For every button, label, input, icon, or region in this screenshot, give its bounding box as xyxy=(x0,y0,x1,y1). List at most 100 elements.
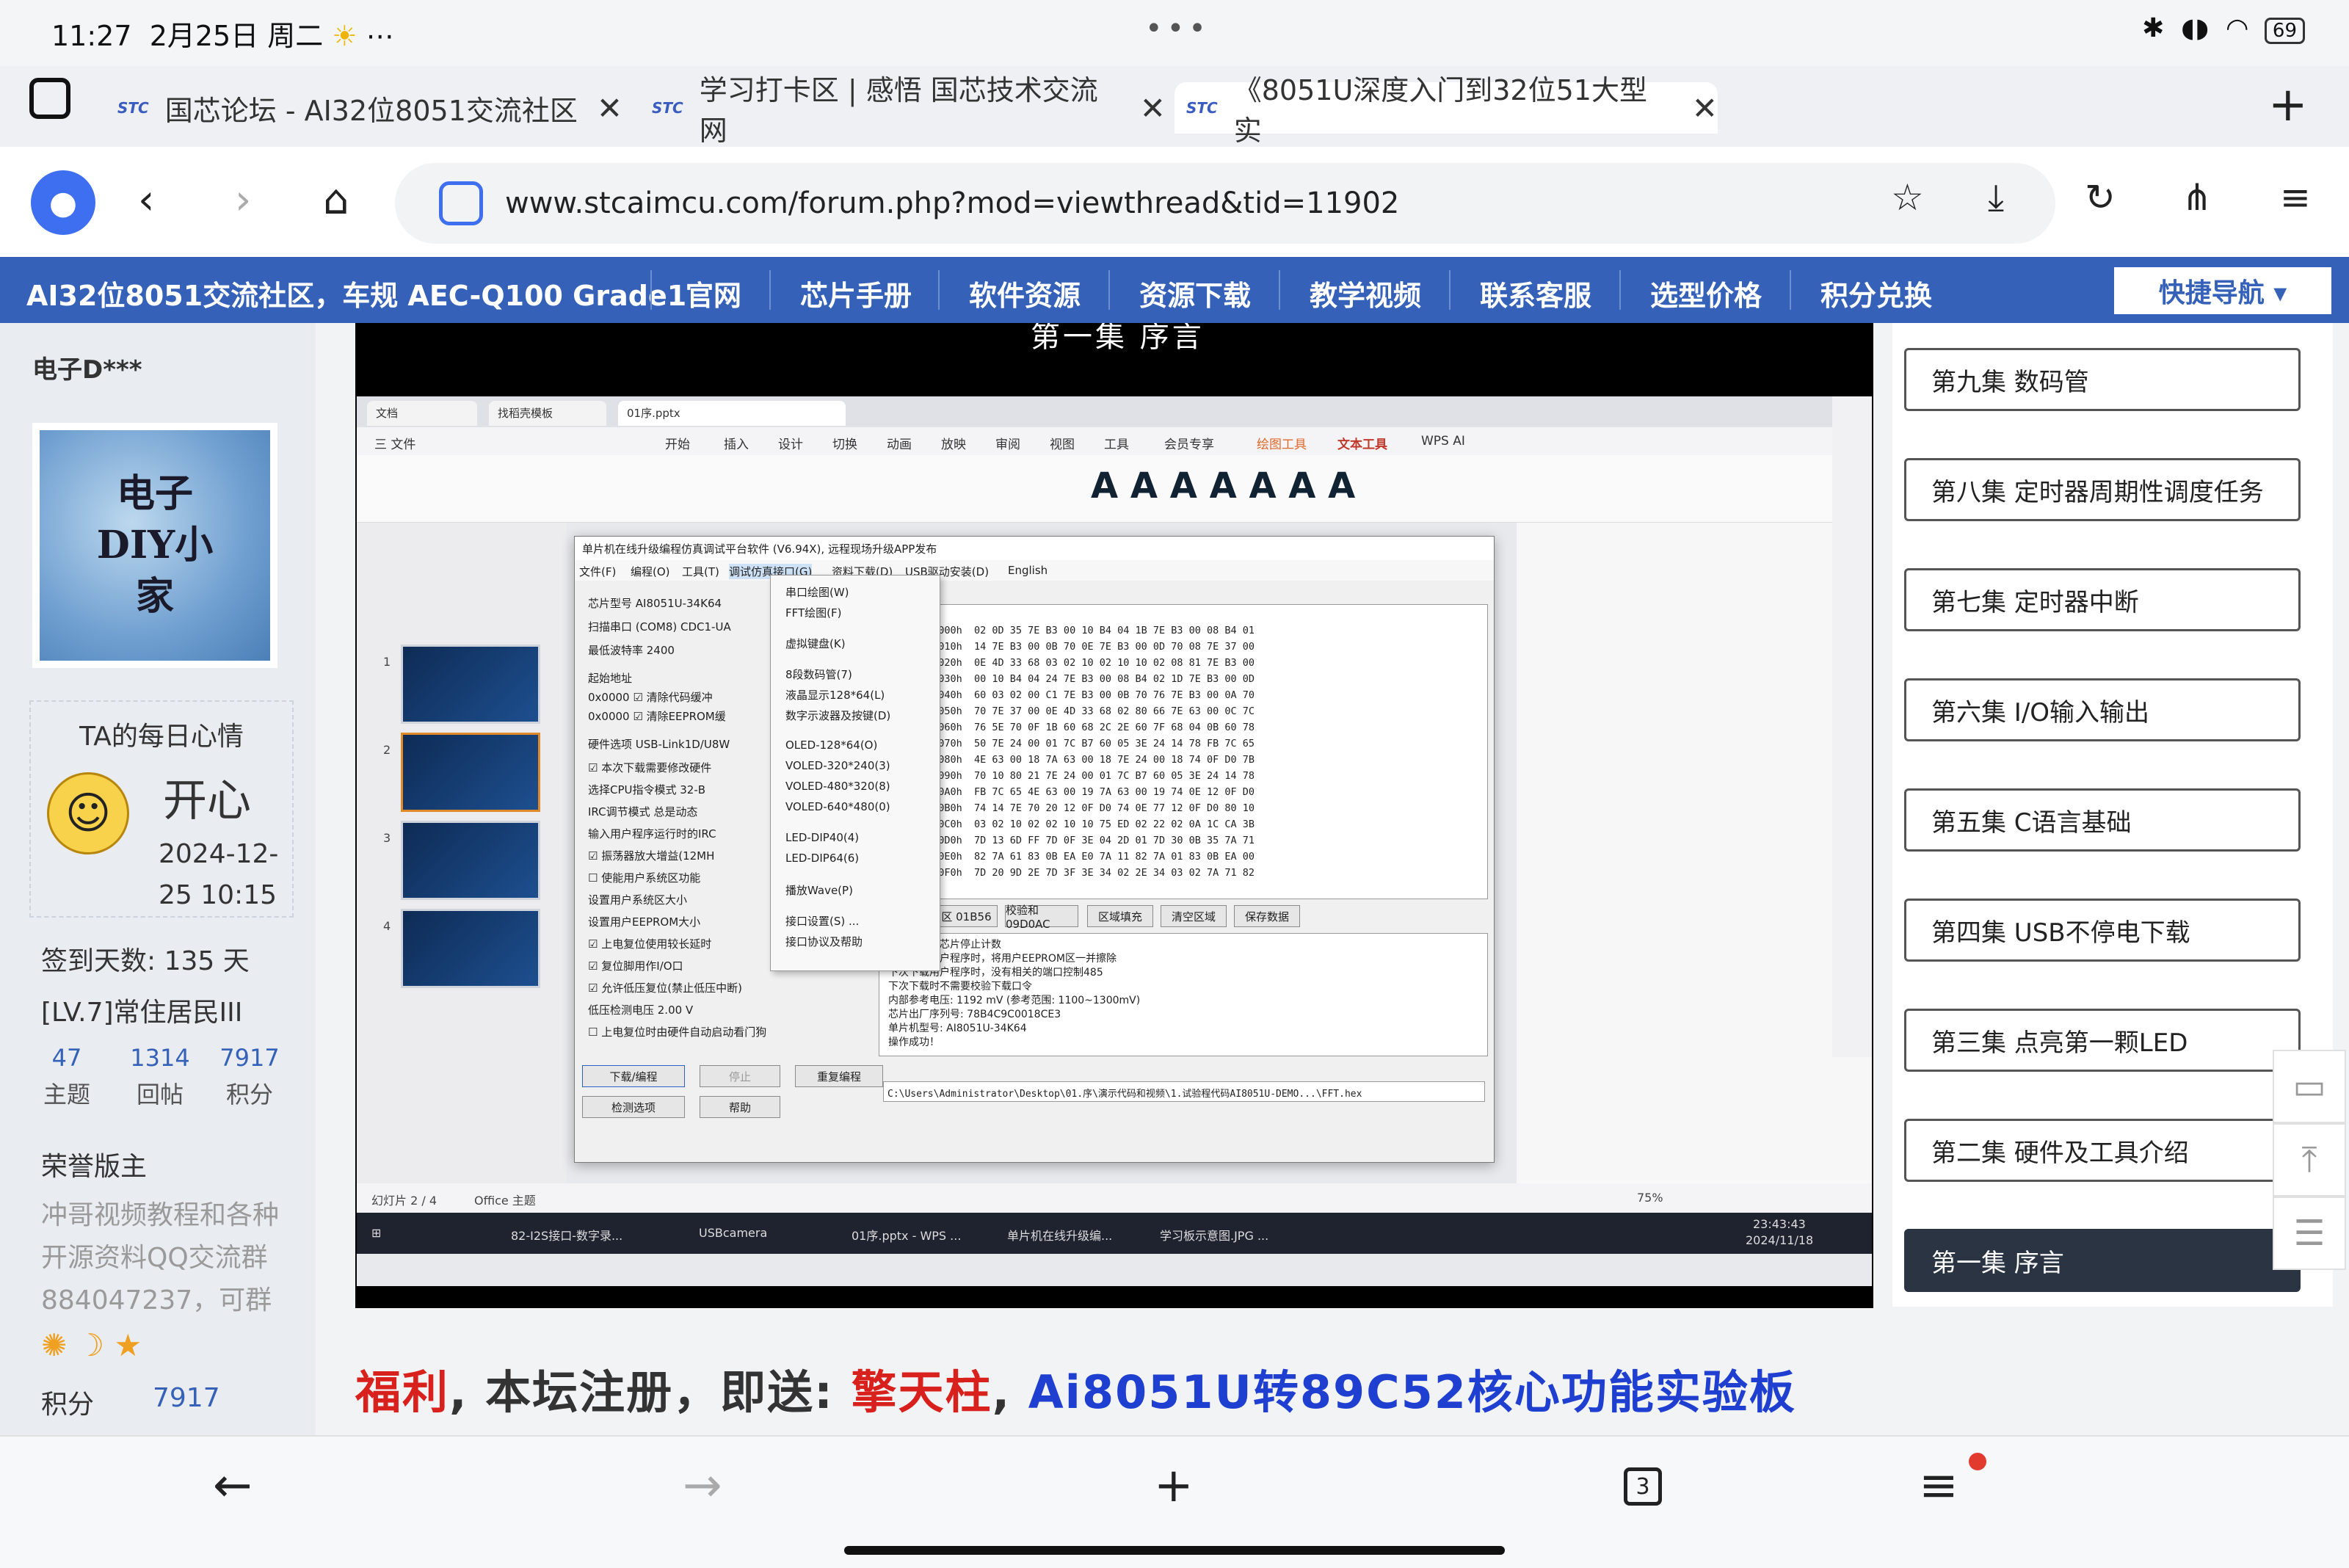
notification-dot xyxy=(1969,1453,1986,1470)
home-indicator[interactable] xyxy=(844,1546,1505,1555)
forum-brand[interactable]: AI32位8051交流社区，车规 AEC-Q100 Grade1 xyxy=(26,273,686,313)
download-icon[interactable]: ⤓ xyxy=(1988,176,2004,219)
episode-8[interactable]: 第八集 定时器周期性调度任务 xyxy=(1904,458,2301,521)
slide-thumbnail[interactable] xyxy=(401,821,540,900)
menu-item[interactable]: LED-DIP64(6) xyxy=(785,852,859,865)
nav-item-official-site[interactable]: 官网 xyxy=(686,273,741,313)
username[interactable]: 电子D*** xyxy=(32,349,142,385)
stat-points[interactable]: 7917 积分 xyxy=(213,1044,286,1110)
stop-button[interactable]: 停止 xyxy=(700,1065,780,1087)
stat-replies[interactable]: 1314 回帖 xyxy=(123,1044,197,1110)
menu-item[interactable]: FFT绘图(F) xyxy=(785,605,842,620)
menu-item[interactable]: 虚拟键盘(K) xyxy=(785,636,846,651)
forward-icon[interactable]: → xyxy=(683,1459,722,1513)
menu-icon[interactable]: ≡ xyxy=(2280,176,2311,219)
check-options-button[interactable]: 检测选项 xyxy=(582,1096,685,1118)
stc-favicon-icon: STC xyxy=(1186,99,1218,117)
quick-nav-dropdown[interactable]: 快捷导航 ▾ xyxy=(2114,267,2331,314)
menu-item[interactable]: OLED-128*64(O) xyxy=(785,738,877,752)
menu-item[interactable]: LED-DIP40(4) xyxy=(785,831,859,844)
hex-line: F0020h 0E 4D 33 68 03 02 10 02 10 10 02 … xyxy=(926,657,1255,669)
menu-item[interactable]: 接口设置(S) ... xyxy=(785,913,859,929)
honor-title: 荣誉版主 xyxy=(41,1152,148,1182)
episode-6[interactable]: 第六集 I/O输入输出 xyxy=(1904,678,2301,741)
menu-item[interactable]: 接口协议及帮助 xyxy=(785,934,863,949)
slide-panel: 1 2 3 4 xyxy=(357,523,567,1183)
hex-path-field[interactable]: C:\Users\Administrator\Desktop\01.序\演示代码… xyxy=(883,1081,1485,1102)
nav-item-datasheet[interactable]: 芯片手册 xyxy=(800,273,912,313)
menu-item[interactable]: VOLED-320*240(3) xyxy=(785,759,890,772)
menu-item[interactable]: 播放Wave(P) xyxy=(785,882,853,898)
back-icon[interactable]: ‹ xyxy=(138,176,154,224)
reload-icon[interactable]: ↻ xyxy=(2085,176,2116,219)
forward-icon[interactable]: › xyxy=(235,176,251,224)
nav-item-downloads[interactable]: 资源下载 xyxy=(1139,273,1251,313)
episode-3[interactable]: 第三集 点亮第一颗LED xyxy=(1904,1009,2301,1072)
avatar[interactable]: 电子DIY小家 xyxy=(32,423,277,668)
hex-line: F00D0h 7D 13 6D FF 7D 0F 3E 04 2D 01 7D … xyxy=(926,835,1255,846)
episode-5[interactable]: 第五集 C语言基础 xyxy=(1904,788,2301,852)
help-button[interactable]: 帮助 xyxy=(700,1096,780,1118)
repeat-program-button[interactable]: 重复编程 xyxy=(795,1065,883,1087)
url-field[interactable]: www.stcaimcu.com/forum.php?mod=viewthrea… xyxy=(395,163,2055,244)
bookmark-star-icon[interactable]: ☆ xyxy=(1891,176,1924,219)
menu-item[interactable]: VOLED-640*480(0) xyxy=(785,800,890,813)
user-level[interactable]: [LV.7]常住居民III xyxy=(41,991,242,1029)
back-to-top-icon[interactable]: ⤒ xyxy=(2273,1123,2346,1197)
menu-item[interactable]: 液晶显示128*64(L) xyxy=(785,687,885,703)
episode-4[interactable]: 第四集 USB不停电下载 xyxy=(1904,899,2301,962)
tab-switcher-icon[interactable] xyxy=(29,78,70,119)
profile-icon[interactable]: ● xyxy=(31,170,95,235)
browser-tab-active[interactable]: STC 《8051U深度入门到32位51大型实 ✕ xyxy=(1174,74,1718,147)
close-tab-icon[interactable]: ✕ xyxy=(1692,90,1718,126)
hex-line: F0000h 02 0D 35 7E B3 00 10 B4 04 1B 7E … xyxy=(926,625,1255,636)
log-line: 操作成功！ xyxy=(888,1037,940,1048)
hex-view[interactable]: F0000h 02 0D 35 7E B3 00 10 B4 04 1B 7E … xyxy=(918,604,1488,899)
episode-1-active[interactable]: 第一集 序言 xyxy=(1904,1229,2301,1292)
menu-item[interactable]: 串口绘图(W) xyxy=(785,584,849,600)
mood-date: 2024-12- 25 10:15 xyxy=(159,839,279,910)
slide-thumbnail[interactable] xyxy=(401,645,540,724)
promo-banner[interactable]: 福利, 本坛注册，即送: 擎天柱, Ai8051U转89C52核心功能实验板 xyxy=(355,1355,1796,1421)
nav-item-support[interactable]: 联系客服 xyxy=(1480,273,1591,313)
back-icon[interactable]: ← xyxy=(213,1459,253,1513)
tool-strip xyxy=(1832,396,1872,1057)
slide-thumbnail[interactable] xyxy=(401,733,540,812)
list-icon[interactable]: ☰ xyxy=(2273,1197,2346,1270)
menu-item[interactable]: VOLED-480*320(8) xyxy=(785,780,890,793)
forum-nav-bar: AI32位8051交流社区，车规 AEC-Q100 Grade1 官网 芯片手册… xyxy=(0,257,2349,323)
browser-tab[interactable]: STC 国芯论坛 - AI32位8051交流社区 ✕ xyxy=(117,82,631,134)
close-tab-icon[interactable]: ✕ xyxy=(1140,90,1166,126)
wifi-icon: ◠ xyxy=(2226,13,2249,43)
nav-item-software[interactable]: 软件资源 xyxy=(969,273,1081,313)
episode-7[interactable]: 第七集 定时器中断 xyxy=(1904,568,2301,631)
log-line: 下次下载用户程序时，没有相关的端口控制485 xyxy=(888,967,1103,979)
nav-item-pricing[interactable]: 选型价格 xyxy=(1650,273,1762,313)
nav-item-videos[interactable]: 教学视频 xyxy=(1310,273,1421,313)
browser-tab[interactable]: STC 学习打卡区 | 感悟 国芯技术交流网 ✕ xyxy=(652,74,1166,147)
slide-thumbnail[interactable] xyxy=(401,909,540,988)
home-icon[interactable]: ⌂ xyxy=(323,176,349,224)
tab-count-icon[interactable]: 3 xyxy=(1624,1467,1662,1506)
episode-9[interactable]: 第九集 数码管 xyxy=(1904,348,2301,411)
isp-menu-bar: 文件(F) 编程(O) 工具(T) 调试仿真接口(G) 资料下载(D) USB驱… xyxy=(575,560,1494,581)
video-player[interactable]: 第一集 序言 文档 找稻壳模板 01序.pptx 三 文件 开始 插入 设计 切… xyxy=(355,323,1873,1308)
text-style-icon: A A A A A A A xyxy=(1091,465,1356,507)
share-icon[interactable]: ⋔ xyxy=(2182,176,2212,219)
menu-item[interactable]: 数字示波器及按键(D) xyxy=(785,708,890,723)
download-program-button[interactable]: 下载/编程 xyxy=(582,1065,685,1087)
new-tab-icon[interactable]: + xyxy=(2268,78,2308,132)
comment-icon[interactable]: ▭ xyxy=(2273,1050,2346,1123)
menu-icon[interactable]: ≡ xyxy=(1919,1459,1958,1513)
stat-threads[interactable]: 47 主题 xyxy=(41,1044,92,1110)
system-icons: ✱ ◖◗ ◠ 69 xyxy=(2142,13,2305,44)
video-caption: 第一集 序言 xyxy=(1031,323,1205,354)
nav-item-points-exchange[interactable]: 积分兑换 xyxy=(1820,273,1932,313)
menu-item[interactable]: 8段数码管(7) xyxy=(785,667,852,682)
hex-line: F0010h 14 7E B3 00 0B 70 0E 7E B3 00 0D … xyxy=(926,641,1255,653)
close-tab-icon[interactable]: ✕ xyxy=(597,90,622,126)
episode-2[interactable]: 第二集 硬件及工具介绍 xyxy=(1904,1119,2301,1182)
wps-ribbon: A A A A A A A xyxy=(357,455,1872,523)
new-tab-icon[interactable]: + xyxy=(1154,1459,1194,1513)
log-line: 检测到状态芯片停止计数 xyxy=(888,939,1001,951)
